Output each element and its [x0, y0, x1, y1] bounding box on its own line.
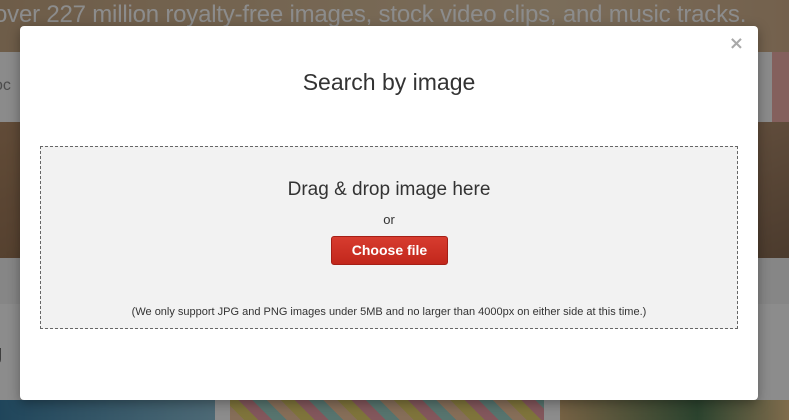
dialog-title: Search by image — [302, 69, 476, 95]
choose-file-button[interactable]: Choose file — [331, 236, 448, 265]
drop-zone-or: or — [383, 212, 395, 227]
image-drop-zone[interactable]: Drag & drop image here or Choose file (W… — [40, 146, 738, 329]
search-by-image-dialog: × Search by image Drag & drop image here… — [20, 26, 758, 400]
drop-zone-heading: Drag & drop image here — [287, 179, 491, 200]
file-requirements-note: (We only support JPG and PNG images unde… — [131, 306, 647, 318]
close-icon[interactable]: × — [729, 35, 744, 53]
